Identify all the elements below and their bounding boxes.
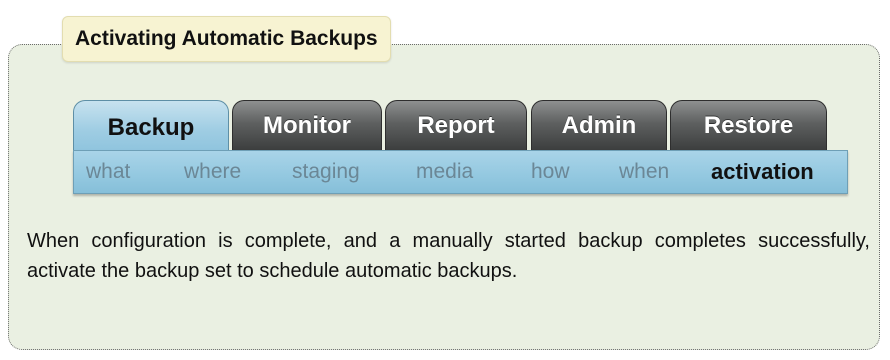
panel-frame xyxy=(8,44,880,350)
tab-admin[interactable]: Admin xyxy=(531,100,667,150)
subnav-item-where[interactable]: where xyxy=(184,151,241,193)
tab-monitor[interactable]: Monitor xyxy=(232,100,382,150)
subnav-item-staging[interactable]: staging xyxy=(292,151,360,193)
tab-report[interactable]: Report xyxy=(385,100,527,150)
panel-title: Activating Automatic Backups xyxy=(75,27,378,50)
subnav-item-how[interactable]: how xyxy=(531,151,570,193)
subnav-item-activation[interactable]: activation xyxy=(711,151,814,193)
subnav-item-what[interactable]: what xyxy=(86,151,130,193)
tab-restore[interactable]: Restore xyxy=(670,100,827,150)
backup-help-panel: Activating Automatic Backups Backup Moni… xyxy=(0,0,890,360)
subnav-item-when[interactable]: when xyxy=(619,151,669,193)
help-description: When configuration is complete, and a ma… xyxy=(27,230,870,282)
subnav-item-media[interactable]: media xyxy=(416,151,473,193)
backup-subnav: what where staging media how when activa… xyxy=(73,150,848,194)
panel-legend: Activating Automatic Backups xyxy=(62,16,391,62)
tab-backup[interactable]: Backup xyxy=(73,100,229,154)
main-tabs: Backup Monitor Report Admin Restore xyxy=(73,100,843,154)
